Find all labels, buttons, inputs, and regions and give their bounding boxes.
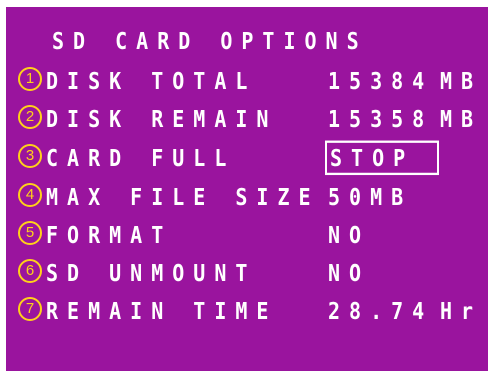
item-label: CARD FULL xyxy=(46,144,236,172)
item-label: DISK REMAIN xyxy=(46,105,278,133)
menu-item-disk-total[interactable]: 1 DISK TOTAL 15384 MB xyxy=(6,67,488,97)
menu-item-disk-remain[interactable]: 2 DISK REMAIN 15358 MB xyxy=(6,105,488,135)
item-unit: MB xyxy=(440,67,483,95)
item-unit: Hr xyxy=(440,297,483,325)
item-value: 28.74 xyxy=(328,297,434,325)
item-value: NO xyxy=(328,259,371,287)
item-number-badge: 5 xyxy=(18,221,42,245)
item-number-badge: 4 xyxy=(18,183,42,207)
item-label: MAX FILE SIZE xyxy=(46,183,320,211)
item-label: REMAIN TIME xyxy=(46,297,278,325)
item-number-badge: 1 xyxy=(18,67,42,91)
item-value: 15384 xyxy=(328,67,434,95)
item-value: 15358 xyxy=(328,105,434,133)
item-number-badge: 2 xyxy=(18,105,42,129)
item-label: SD UNMOUNT xyxy=(46,259,257,287)
menu-item-card-full[interactable]: 3 CARD FULL STOP xyxy=(6,140,488,176)
item-number-badge: 3 xyxy=(18,144,42,168)
menu-item-remain-time[interactable]: 7 REMAIN TIME 28.74 Hr xyxy=(6,297,488,327)
osd-screen: SD CARD OPTIONS 1 DISK TOTAL 15384 MB 2 … xyxy=(6,7,488,371)
item-number-badge: 7 xyxy=(18,297,42,321)
item-value-selected[interactable]: STOP xyxy=(325,140,439,176)
item-label: DISK TOTAL xyxy=(46,67,257,95)
item-value: NO xyxy=(328,221,371,249)
item-label: FORMAT xyxy=(46,221,173,249)
menu-title: SD CARD OPTIONS xyxy=(52,27,368,55)
item-unit: MB xyxy=(440,105,483,133)
menu-item-sd-unmount[interactable]: 6 SD UNMOUNT NO xyxy=(6,259,488,289)
item-value: 50MB xyxy=(328,183,413,211)
menu-item-format[interactable]: 5 FORMAT NO xyxy=(6,221,488,251)
item-number-badge: 6 xyxy=(18,259,42,283)
menu-item-max-file-size[interactable]: 4 MAX FILE SIZE 50MB xyxy=(6,183,488,213)
